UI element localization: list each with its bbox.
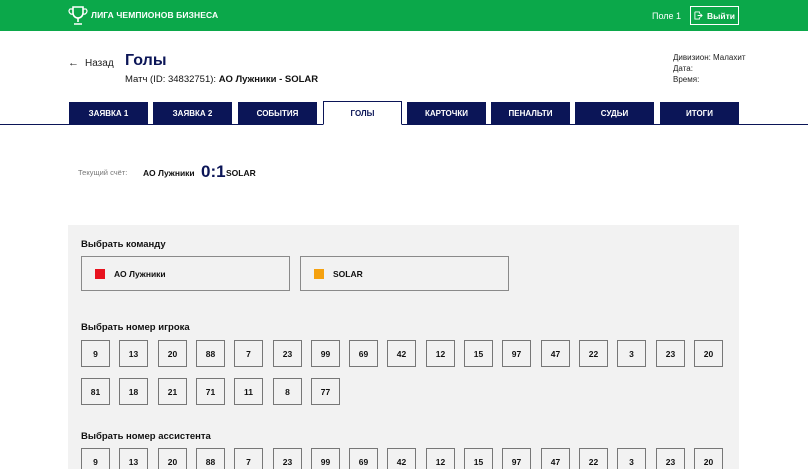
number-button[interactable]: 3 — [617, 448, 646, 469]
match-teams: АО Лужники - SOLAR — [218, 74, 319, 85]
date: Дата: — [673, 64, 693, 73]
number-button[interactable]: 47 — [541, 340, 570, 367]
logout-icon — [694, 11, 703, 20]
team-name: SOLAR — [333, 268, 363, 279]
number-button[interactable]: 9 — [81, 448, 110, 469]
number-button[interactable]: 11 — [234, 378, 263, 405]
select-assistant-title: Выбрать номер ассистента — [81, 431, 211, 442]
number-button[interactable]: 3 — [617, 340, 646, 367]
number-button[interactable]: 20 — [694, 340, 723, 367]
number-button[interactable]: 88 — [196, 448, 225, 469]
time: Время: — [673, 75, 700, 84]
number-button[interactable]: 99 — [311, 448, 340, 469]
score-value: 0:1 — [201, 162, 226, 181]
number-button[interactable]: 7 — [234, 340, 263, 367]
score-team-away: SOLAR — [226, 168, 256, 178]
number-button[interactable]: 47 — [541, 448, 570, 469]
top-bar: ЛИГА ЧЕМПИОНОВ БИЗНЕСА Поле 1 Выйти — [0, 0, 808, 31]
select-team-title: Выбрать команду — [81, 239, 166, 250]
tab-item[interactable]: КАРТОЧКИ — [407, 102, 486, 124]
number-button[interactable]: 69 — [349, 340, 378, 367]
number-button[interactable]: 22 — [579, 340, 608, 367]
match-id: Матч (ID: 34832751): — [125, 74, 217, 85]
logout-label: Выйти — [706, 10, 735, 21]
team-color-swatch — [314, 268, 324, 279]
number-button[interactable]: 81 — [81, 378, 110, 405]
number-button[interactable]: 9 — [81, 340, 110, 367]
number-button[interactable]: 18 — [119, 378, 148, 405]
back-label: Назад — [85, 57, 114, 69]
number-button[interactable]: 99 — [311, 340, 340, 367]
team-name: АО Лужники — [114, 268, 166, 279]
logout-button[interactable]: Выйти — [690, 6, 739, 25]
number-button[interactable]: 12 — [426, 448, 455, 469]
select-player-title: Выбрать номер игрока — [81, 322, 190, 333]
number-button[interactable]: 23 — [656, 448, 685, 469]
tab-item[interactable]: ИТОГИ — [660, 102, 739, 124]
tab-item[interactable]: СУДЬИ — [575, 102, 654, 124]
number-button[interactable]: 97 — [502, 448, 531, 469]
division: Дивизион: Малахит — [673, 53, 746, 62]
score-label: Текущий счёт: — [78, 168, 128, 177]
number-button[interactable]: 42 — [387, 340, 416, 367]
tab-item[interactable]: СОБЫТИЯ — [238, 102, 317, 124]
team-button-home[interactable]: АО Лужники — [81, 256, 290, 291]
tab-item[interactable]: ЗАЯВКА 1 — [69, 102, 148, 124]
tab-item[interactable]: ЗАЯВКА 2 — [153, 102, 232, 124]
number-button[interactable]: 42 — [387, 448, 416, 469]
number-button[interactable]: 23 — [656, 340, 685, 367]
tabs-divider — [0, 124, 808, 125]
tab-item[interactable]: ГОЛЫ — [323, 101, 402, 125]
number-button[interactable]: 22 — [579, 448, 608, 469]
number-button[interactable]: 12 — [426, 340, 455, 367]
number-button[interactable]: 13 — [119, 448, 148, 469]
number-button[interactable]: 88 — [196, 340, 225, 367]
number-button[interactable]: 15 — [464, 448, 493, 469]
number-button[interactable]: 23 — [273, 340, 302, 367]
match-info: Матч (ID: 34832751): АО Лужники - SOLAR — [125, 74, 318, 85]
field-label: Поле 1 — [652, 11, 682, 21]
number-button[interactable]: 20 — [158, 448, 187, 469]
number-button[interactable]: 77 — [311, 378, 340, 405]
number-button[interactable]: 69 — [349, 448, 378, 469]
number-button[interactable]: 7 — [234, 448, 263, 469]
number-button[interactable]: 20 — [694, 448, 723, 469]
number-button[interactable]: 13 — [119, 340, 148, 367]
team-button-away[interactable]: SOLAR — [300, 256, 509, 291]
number-button[interactable]: 8 — [273, 378, 302, 405]
trophy-logo-icon — [68, 6, 88, 25]
team-color-swatch — [95, 268, 105, 279]
number-button[interactable]: 97 — [502, 340, 531, 367]
page-title: Голы — [125, 52, 167, 69]
tab-item[interactable]: ПЕНАЛЬТИ — [491, 102, 570, 124]
arrow-left-icon: ← — [68, 57, 79, 69]
number-button[interactable]: 21 — [158, 378, 187, 405]
back-link[interactable]: ← Назад — [68, 57, 114, 69]
score-team-home: АО Лужники — [143, 168, 195, 178]
number-button[interactable]: 23 — [273, 448, 302, 469]
number-button[interactable]: 71 — [196, 378, 225, 405]
brand-name: ЛИГА ЧЕМПИОНОВ БИЗНЕСА — [91, 10, 219, 20]
number-button[interactable]: 15 — [464, 340, 493, 367]
match-meta: Дивизион: Малахит Дата: Время: — [673, 52, 746, 85]
number-button[interactable]: 20 — [158, 340, 187, 367]
